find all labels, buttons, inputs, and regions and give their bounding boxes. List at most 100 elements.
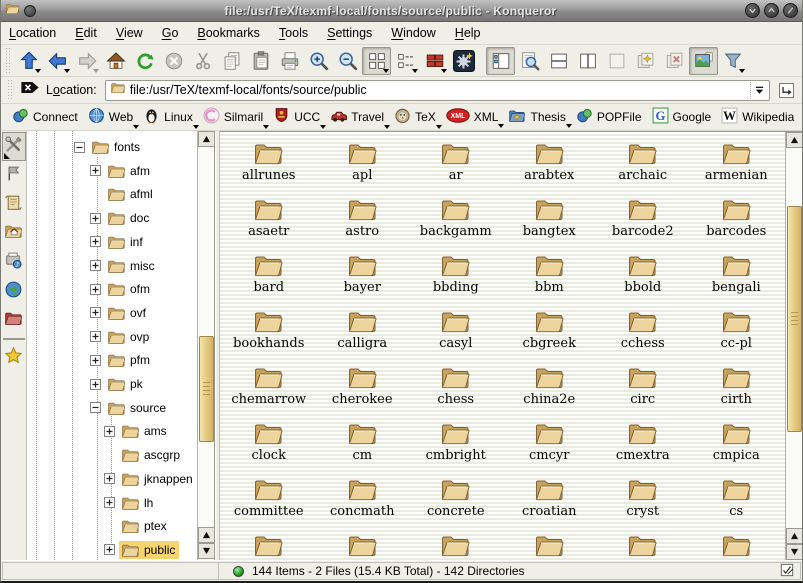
menu-help[interactable]: Help	[455, 26, 481, 40]
find-button[interactable]	[515, 47, 544, 75]
bookmark-google[interactable]: GGoogle	[649, 105, 717, 129]
zoom-out-button[interactable]	[333, 47, 362, 75]
tree-expander-plus[interactable]	[90, 307, 101, 318]
filter-caret[interactable]	[739, 69, 745, 73]
folder-concmath[interactable]: concmath	[316, 472, 410, 528]
tree-scrollbar[interactable]	[197, 131, 214, 560]
stop-button[interactable]	[159, 47, 188, 75]
tree-item-body[interactable]: ofm	[105, 280, 154, 298]
sidebar-tab-network[interactable]	[2, 277, 26, 306]
tree-item-ascgrp[interactable]: ascgrp	[27, 443, 196, 467]
folder-cryst[interactable]: cryst	[596, 472, 690, 528]
print-button[interactable]	[275, 47, 304, 75]
folder-bangtex[interactable]: bangtex	[503, 192, 597, 248]
folder-committee[interactable]: committee	[222, 472, 316, 528]
menu-location[interactable]: Location	[9, 26, 56, 40]
main-scrollbar[interactable]	[785, 132, 802, 560]
folder-cirth[interactable]: cirth	[690, 360, 784, 416]
tree-item-afm[interactable]: afm	[27, 159, 196, 183]
scroll-down-arrow[interactable]	[198, 543, 215, 559]
folder-bayer[interactable]: bayer	[316, 248, 410, 304]
tree-item-public[interactable]: public	[27, 538, 196, 560]
scroll-up-arrow[interactable]	[198, 527, 215, 543]
bookmark-ucc[interactable]: UCC	[270, 105, 325, 129]
tree-scrollbar-thumb[interactable]	[199, 336, 214, 442]
sidebar-tab-home-folder[interactable]	[2, 219, 26, 248]
folder-cherokee[interactable]: cherokee	[316, 360, 410, 416]
tree-item-fonts[interactable]: fonts	[27, 135, 196, 159]
folder-clipped[interactable]	[409, 528, 503, 560]
copy-button[interactable]	[217, 47, 246, 75]
tree-expander-minus[interactable]	[74, 142, 85, 153]
tree-expander-plus[interactable]	[90, 331, 101, 342]
bookmark-thesis[interactable]: Thesis	[505, 106, 570, 128]
folder-cbgreek[interactable]: cbgreek	[503, 304, 597, 360]
folder-cchess[interactable]: cchess	[596, 304, 690, 360]
tree-item-body[interactable]: ovp	[105, 328, 153, 346]
tree-item-body[interactable]: afm	[105, 162, 154, 180]
folder-cm[interactable]: cm	[316, 416, 410, 472]
folder-clipped[interactable]	[503, 528, 597, 560]
bookmark-linux[interactable]: Linux	[140, 105, 198, 129]
minimize-button[interactable]	[745, 3, 760, 18]
folder-clipped[interactable]	[222, 528, 316, 560]
scroll-up-arrow[interactable]	[786, 528, 802, 544]
folder-chess[interactable]: chess	[409, 360, 503, 416]
tree-expander-plus[interactable]	[90, 284, 101, 295]
tree-item-body[interactable]: jknappen	[119, 470, 197, 488]
tree-item-jknappen[interactable]: jknappen	[27, 467, 196, 491]
folder-ar[interactable]: ar	[409, 136, 503, 192]
location-combobox[interactable]: file:/usr/TeX/texmf-local/fonts/source/p…	[105, 80, 770, 101]
tree-item-doc[interactable]: doc	[27, 206, 196, 230]
folder-chemarrow[interactable]: chemarrow	[222, 360, 316, 416]
folder-bbm[interactable]: bbm	[503, 248, 597, 304]
menu-window[interactable]: Window	[391, 26, 435, 40]
reload-button[interactable]	[130, 47, 159, 75]
tree-expander-plus[interactable]	[90, 355, 101, 366]
folder-archaic[interactable]: archaic	[596, 136, 690, 192]
folder-bbding[interactable]: bbding	[409, 248, 503, 304]
folder-cmcyr[interactable]: cmcyr	[503, 416, 597, 472]
back-button[interactable]	[43, 47, 72, 75]
bookmark-connect[interactable]: Connect	[9, 105, 83, 129]
menu-go[interactable]: Go	[162, 26, 179, 40]
tree-selection[interactable]: public	[119, 541, 179, 559]
bookmarks-overflow-chevron[interactable]: »	[801, 109, 802, 125]
multicolumn-view-caret[interactable]	[441, 69, 447, 73]
forward-button[interactable]	[72, 47, 101, 75]
menu-edit[interactable]: Edit	[75, 26, 97, 40]
folder-cmpica[interactable]: cmpica	[690, 416, 784, 472]
tree-item-body[interactable]: lh	[119, 494, 157, 512]
tree-item-body[interactable]: fonts	[89, 138, 144, 156]
tree-expander-plus[interactable]	[90, 379, 101, 390]
icon-view-caret[interactable]	[383, 69, 389, 73]
folder-bbold[interactable]: bbold	[596, 248, 690, 304]
folder-circ[interactable]: circ	[596, 360, 690, 416]
folder-clipped[interactable]	[316, 528, 410, 560]
folder-backgamm[interactable]: backgamm	[409, 192, 503, 248]
tree-item-lh[interactable]: lh	[27, 491, 196, 515]
menu-tools[interactable]: Tools	[279, 26, 308, 40]
tree-item-source[interactable]: source	[27, 396, 196, 420]
tree-expander-plus[interactable]	[104, 473, 115, 484]
folder-asaetr[interactable]: asaetr	[222, 192, 316, 248]
tree-expander-minus[interactable]	[90, 402, 101, 413]
cut-button[interactable]	[188, 47, 217, 75]
sidebar-tab-history[interactable]	[2, 190, 26, 219]
tree-expander-plus[interactable]	[104, 426, 115, 437]
bookmark-web[interactable]: Web	[85, 105, 138, 129]
status-marker-icon[interactable]	[780, 563, 794, 580]
tree-item-afml[interactable]: afml	[27, 182, 196, 206]
folder-bard[interactable]: bard	[222, 248, 316, 304]
remove-view-button[interactable]	[602, 47, 631, 75]
tree-item-ptex[interactable]: ptex	[27, 514, 196, 538]
bookmark-xml[interactable]: XMLXML	[443, 106, 504, 128]
up-button[interactable]	[14, 47, 43, 75]
bookmark-wikipedia[interactable]: WWikipedia	[718, 105, 799, 129]
scroll-up-arrow[interactable]	[786, 132, 802, 148]
toolbar-handle[interactable]	[5, 48, 12, 73]
tree-item-ovf[interactable]: ovf	[27, 301, 196, 325]
sidebar-tab-root-folder[interactable]	[2, 306, 26, 335]
tree-item-pfm[interactable]: pfm	[27, 348, 196, 372]
folder-barcode2[interactable]: barcode2	[596, 192, 690, 248]
